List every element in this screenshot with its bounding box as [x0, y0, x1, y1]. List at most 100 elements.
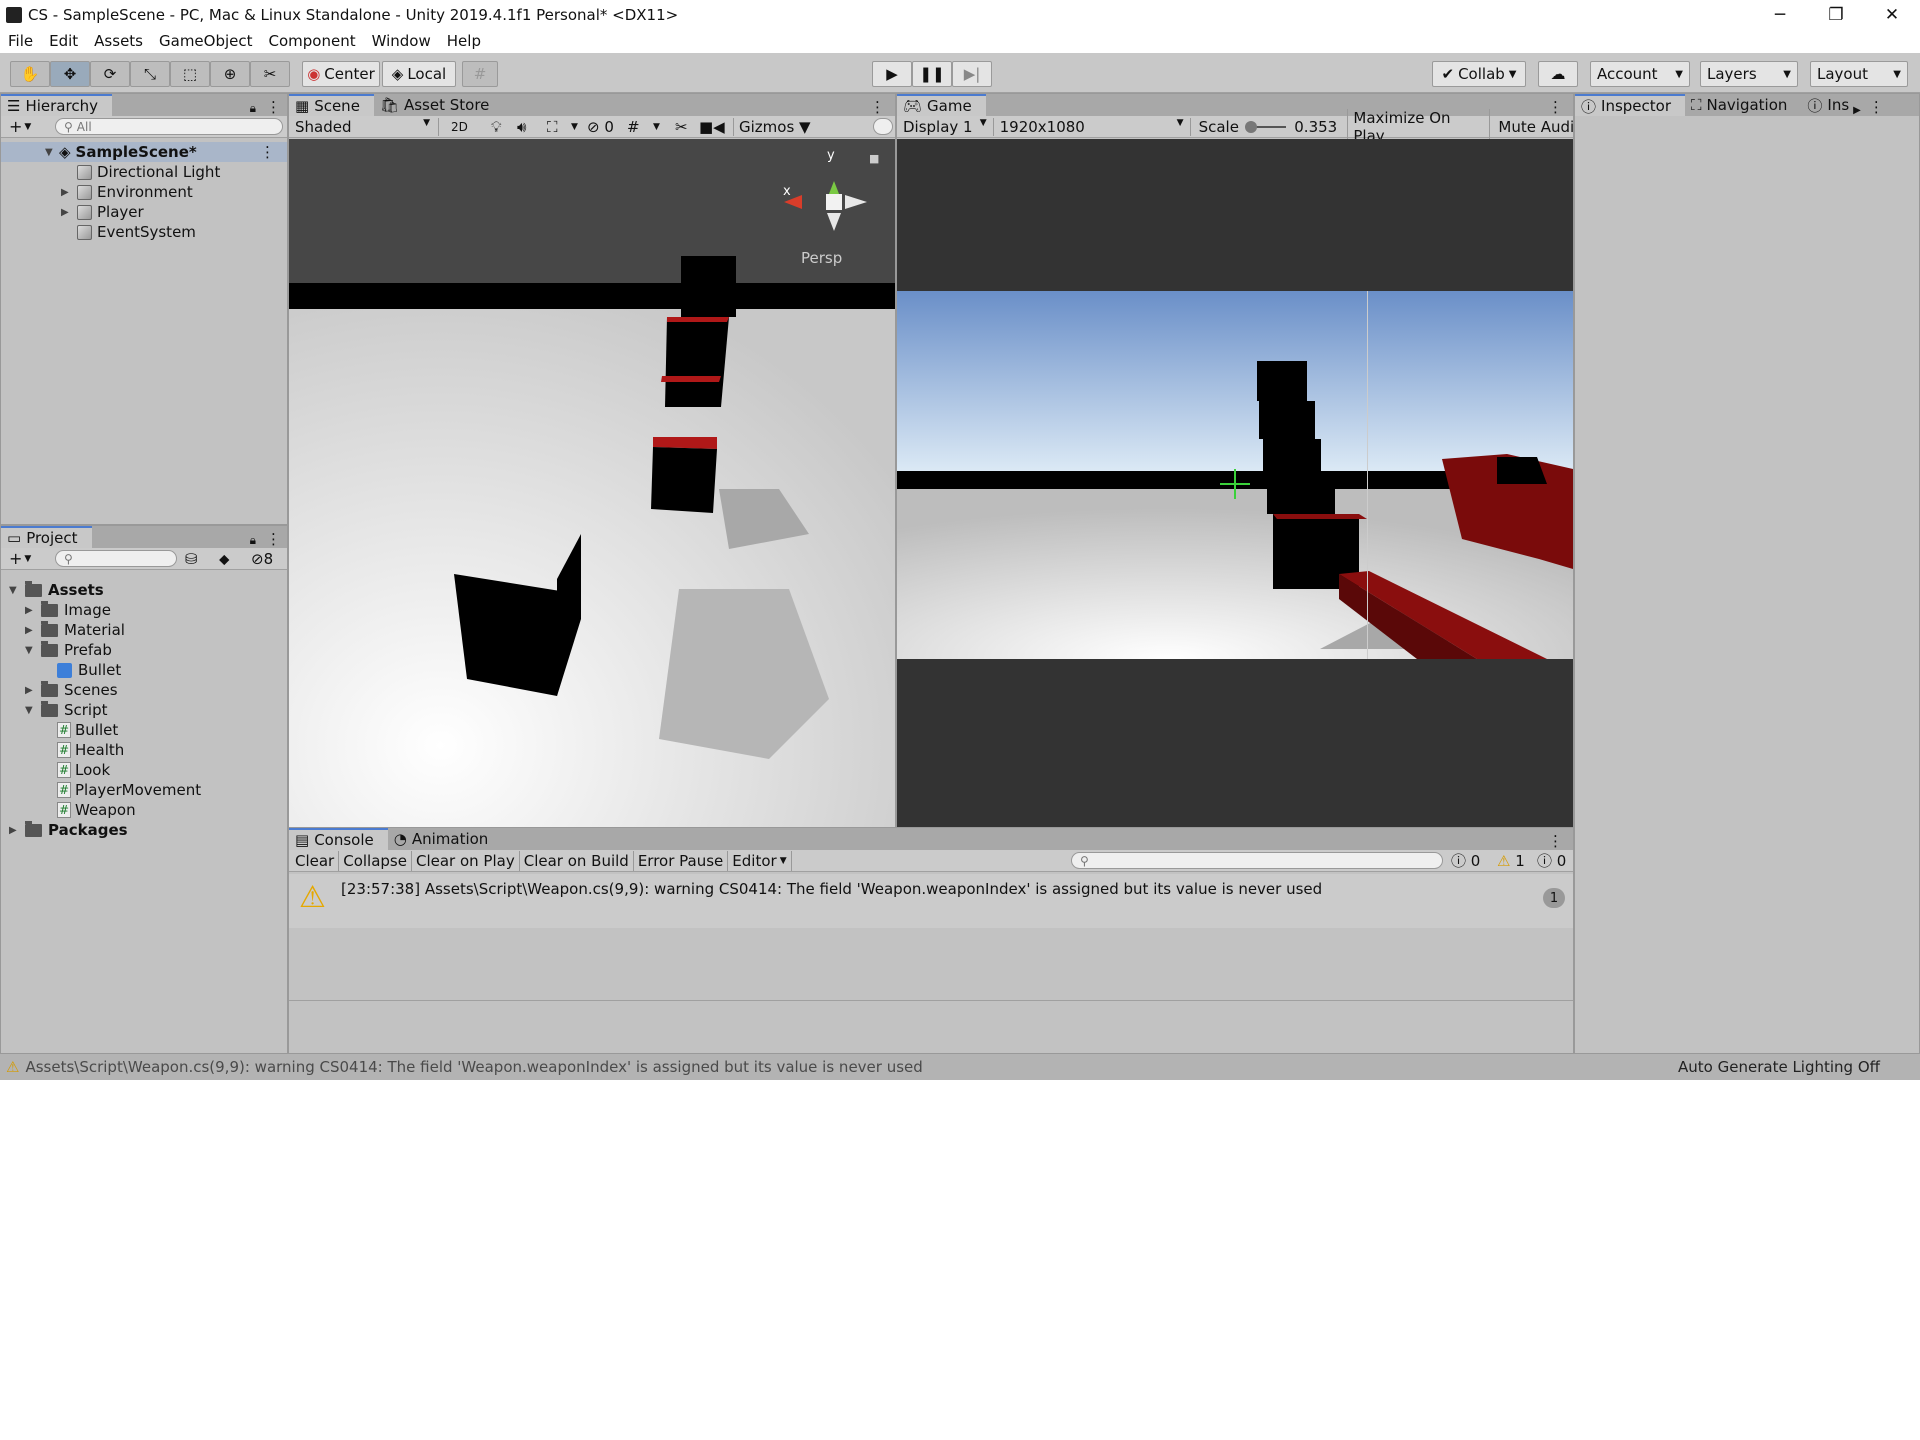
project-item[interactable]: # Health — [1, 740, 124, 760]
game-viewport[interactable] — [897, 139, 1573, 827]
grid-toggle-icon[interactable]: # — [627, 118, 653, 136]
tab-inspector-2[interactable]: ⓘ Ins — [1801, 94, 1853, 116]
more-icon[interactable]: ⋮ — [870, 98, 885, 116]
more-icon[interactable]: ⋮ — [1548, 98, 1563, 116]
tab-project[interactable]: ▭ Project — [1, 526, 92, 548]
effects-icon[interactable]: ⛶ — [547, 118, 571, 136]
more-icon[interactable]: ⋮ — [1548, 832, 1563, 850]
grid-snap-button[interactable]: # — [462, 61, 498, 87]
scene-search-input[interactable] — [873, 118, 893, 135]
move-tool-button[interactable]: ✥ — [50, 61, 90, 87]
menu-window[interactable]: Window — [364, 32, 439, 50]
menu-file[interactable]: File — [0, 32, 41, 50]
error-count-toggle[interactable]: ⓘ 0 — [1451, 850, 1480, 871]
project-item[interactable]: ▶ Packages — [1, 820, 128, 840]
menu-gameobject[interactable]: GameObject — [151, 32, 261, 50]
gizmos-dropdown[interactable]: Gizmos ▼ — [733, 117, 823, 136]
hierarchy-item[interactable]: EventSystem — [1, 222, 196, 242]
expand-arrow-icon[interactable]: ▶ — [25, 605, 35, 616]
project-item[interactable]: ▼ Assets — [1, 580, 104, 600]
console-log-entry[interactable]: ⚠ [23:57:38] Assets\Script\Weapon.cs(9,9… — [289, 874, 1573, 928]
hierarchy-item[interactable]: Directional Light — [1, 162, 220, 182]
add-button[interactable]: + — [9, 549, 22, 568]
menu-edit[interactable]: Edit — [41, 32, 86, 50]
clear-on-play-button[interactable]: Clear on Play — [412, 850, 520, 871]
mode-2d-button[interactable]: 2D — [451, 120, 479, 134]
account-dropdown[interactable]: Account ▼ — [1590, 61, 1690, 87]
chevron-down-icon[interactable]: ▼ — [653, 122, 675, 132]
tools-icon[interactable]: ✂ — [675, 118, 699, 136]
tab-hierarchy[interactable]: ☰ Hierarchy — [1, 94, 112, 116]
transform-tool-button[interactable]: ⊕ — [210, 61, 250, 87]
shading-dropdown[interactable]: Shaded ▼ — [289, 117, 439, 136]
editor-dropdown[interactable]: Editor ▼ — [728, 850, 792, 871]
lock-icon[interactable]: ■ — [869, 152, 879, 165]
camera-icon[interactable]: ■◀ — [699, 118, 733, 136]
lock-icon[interactable]: 🔒︎ — [250, 101, 256, 116]
project-item[interactable]: # Weapon — [1, 800, 136, 820]
project-item[interactable]: # Bullet — [1, 720, 118, 740]
clear-on-build-button[interactable]: Clear on Build — [520, 850, 634, 871]
scale-tool-button[interactable]: ⤡ — [130, 61, 170, 87]
expand-arrow-icon[interactable]: ▶ — [25, 625, 35, 636]
hierarchy-item[interactable]: ▶ Environment — [1, 182, 193, 202]
chevron-down-icon[interactable]: ▼ — [24, 554, 31, 564]
tab-asset-store[interactable]: 🛍︎ Asset Store — [374, 94, 503, 116]
display-dropdown[interactable]: Display 1 ▼ — [897, 117, 994, 136]
tab-animation[interactable]: ◔ Animation — [388, 828, 503, 850]
more-icon[interactable]: ⋮ — [1869, 98, 1884, 116]
menu-component[interactable]: Component — [261, 32, 364, 50]
hand-tool-button[interactable]: ✋ — [10, 61, 50, 87]
rotate-tool-button[interactable]: ⟳ — [90, 61, 130, 87]
play-button[interactable]: ▶ — [872, 61, 912, 87]
scene-row[interactable]: ▼ ◈ SampleScene* ⋮ — [1, 142, 287, 162]
tab-game[interactable]: 🎮︎ Game — [897, 94, 986, 116]
pause-button[interactable]: ❚❚ — [912, 61, 952, 87]
hidden-objects-toggle[interactable]: ⊘ 0 — [587, 118, 627, 136]
expand-arrow-icon[interactable]: ▼ — [9, 585, 19, 596]
info-count-toggle[interactable]: ⓘ 0 — [1537, 850, 1566, 871]
expand-arrow-icon[interactable]: ▶ — [9, 825, 19, 836]
tab-scene[interactable]: ▦ Scene — [289, 94, 374, 116]
more-icon[interactable]: ⋮ — [266, 98, 281, 116]
minimize-button[interactable]: ─ — [1752, 0, 1808, 29]
pivot-local-button[interactable]: ◈ Local — [382, 61, 456, 87]
layers-dropdown[interactable]: Layers ▼ — [1700, 61, 1798, 87]
menu-assets[interactable]: Assets — [86, 32, 151, 50]
scene-viewport[interactable]: y x Persp ■ — [289, 139, 895, 827]
clear-button[interactable]: Clear — [289, 850, 340, 871]
project-item[interactable]: ▶ Image — [1, 600, 111, 620]
project-item[interactable]: ▶ Material — [1, 620, 125, 640]
rect-tool-button[interactable]: ⬚ — [170, 61, 210, 87]
warning-count-toggle[interactable]: ⚠ 1 — [1497, 852, 1525, 870]
expand-arrow-icon[interactable]: ▼ — [25, 645, 35, 656]
hierarchy-item[interactable]: ▶ Player — [1, 202, 144, 222]
collab-dropdown[interactable]: ✔ Collab ▼ — [1432, 61, 1526, 87]
step-button[interactable]: ▶| — [952, 61, 992, 87]
project-item[interactable]: ▶ Scenes — [1, 680, 118, 700]
collapse-button[interactable]: Collapse — [339, 850, 412, 871]
hierarchy-search-input[interactable]: ⚲ All — [55, 118, 283, 135]
project-item[interactable]: ▼ Script — [1, 700, 108, 720]
slider-thumb[interactable] — [1244, 120, 1257, 133]
resolution-dropdown[interactable]: 1920x1080 ▼ — [994, 117, 1191, 136]
restore-button[interactable]: ❐ — [1808, 0, 1864, 29]
add-button[interactable]: + — [9, 117, 22, 136]
expand-arrow-icon[interactable]: ▼ — [25, 705, 35, 716]
project-item[interactable]: # Look — [1, 760, 110, 780]
custom-tool-button[interactable]: ✂ — [250, 61, 290, 87]
project-item[interactable]: # PlayerMovement — [1, 780, 201, 800]
mute-audio-toggle[interactable]: Mute Audi — [1490, 118, 1573, 136]
tab-console[interactable]: ▤ Console — [289, 828, 388, 850]
close-button[interactable]: ✕ — [1864, 0, 1920, 29]
status-message[interactable]: Assets\Script\Weapon.cs(9,9): warning CS… — [25, 1058, 922, 1076]
audio-icon[interactable]: 🔊︎ — [517, 118, 547, 136]
scale-slider[interactable] — [1244, 120, 1287, 133]
lighting-icon[interactable]: 💡︎ — [491, 118, 517, 136]
console-search-input[interactable]: ⚲ — [1071, 852, 1443, 869]
cloud-button[interactable]: ☁ — [1538, 61, 1578, 87]
chevron-right-icon[interactable]: ▶ — [1853, 105, 1861, 116]
tab-navigation[interactable]: ⛶ Navigation — [1685, 94, 1801, 116]
error-pause-button[interactable]: Error Pause — [634, 850, 729, 871]
project-item[interactable]: Bullet — [1, 660, 121, 680]
